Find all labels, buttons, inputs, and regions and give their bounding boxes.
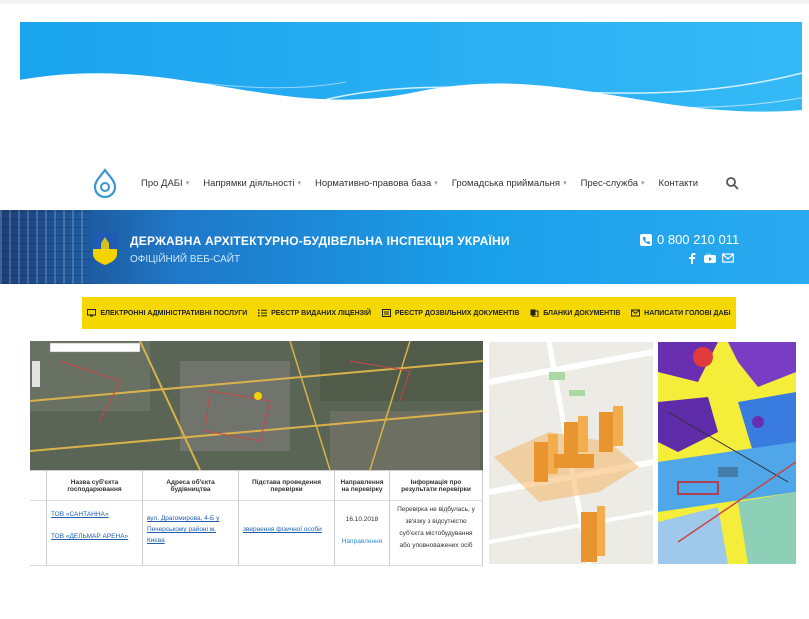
table-header-row: Назва суб'єкта господарювання Адреса об'… [30,471,483,501]
service-write-to-head[interactable]: НАПИСАТИ ГОЛОВІ ДАБІ [631,309,731,317]
table-cell-result: Перевірка не відбулась, у зв'язку з відс… [390,501,483,566]
table-row: ТОВ «САНТАННА» ТОВ «ДЕЛЬМАР АРЕНА» вул. … [30,501,483,566]
top-strip [0,0,809,4]
services-bar: ЕЛЕКТРОННІ АДМІНІСТРАТИВНІ ПОСЛУГИ РЕЄСТ… [82,297,736,329]
main-navbar: Про ДАБІ ▾ Напрямки діяльності ▾ Нормативн… [16,160,806,206]
service-label: ЕЛЕКТРОННІ АДМІНІСТРАТИВНІ ПОСЛУГИ [100,309,248,317]
facebook-icon[interactable] [686,251,698,264]
company-link[interactable]: ТОВ «САНТАННА» [51,504,138,526]
banner-title: ДЕРЖАВНА АРХІТЕКТУРНО-БУДІВЕЛЬНА ІНСПЕКЦ… [130,234,510,248]
phone-number: 0 800 210 011 [657,232,740,247]
documents-icon [530,309,539,317]
youtube-icon[interactable]: You [704,251,716,263]
service-permits-register[interactable]: РЕЄСТР ДОЗВІЛЬНИХ ДОКУМЕНТІВ [381,309,520,317]
service-document-forms[interactable]: БЛАНКИ ДОКУМЕНТІВ [530,309,620,317]
register-icon [381,309,391,317]
service-label: РЕЄСТР ДОЗВІЛЬНИХ ДОКУМЕНТІВ [394,309,520,317]
nav-item-label: Напрямки діяльності [203,177,295,189]
service-label: НАПИСАТИ ГОЛОВІ ДАБІ [644,309,731,317]
list-icon [258,309,268,317]
nav-item-press[interactable]: Прес-служба ▾ [581,178,645,189]
table-header: Інформація про результати перевірки [390,471,483,501]
nav-item-contacts[interactable]: Контакти [659,178,699,189]
nav-item-label: Прес-служба [580,177,639,189]
zoning-map-screenshot[interactable] [658,342,796,564]
site-banner: ДЕРЖАВНА АРХІТЕКТУРНО-БУДІВЕЛЬНА ІНСПЕКЦ… [0,210,809,284]
hotline-phone[interactable]: 0 800 210 011 [640,232,739,247]
street-map-3d-screenshot[interactable] [489,342,653,564]
nav-item-legal-base[interactable]: Нормативно-правова база ▾ [315,178,438,189]
aerial-map-screenshot[interactable] [30,341,483,470]
ukraine-crest-icon [93,233,117,265]
zoning-map-image [658,342,796,564]
nav-item-public-reception[interactable]: Громадська приймальня ▾ [452,178,567,189]
table-cell-direction: 16.10.2018 Направлення [335,501,390,566]
table-gutter [30,501,47,566]
nav-item-activities[interactable]: Напрямки діяльності ▾ [203,178,301,189]
table-cell-basis: звернення фізичної особи [239,501,335,566]
nav-item-about[interactable]: Про ДАБІ ▾ [141,178,189,189]
table-header: Підстава проведення перевірки [239,471,335,501]
street-map-image [489,342,653,564]
social-links: You [686,251,734,264]
nav-item-label: Про ДАБІ [141,177,183,189]
inspection-results-table: Назва суб'єкта господарювання Адреса об'… [30,470,483,566]
mail-icon[interactable] [722,251,734,263]
service-licenses-register[interactable]: РЕЄСТР ВИДАНИХ ЛІЦЕНЗІЙ [258,309,371,317]
direction-date: 16.10.2018 [345,516,379,523]
table-header: Адреса об'єкта будівництва [143,471,239,501]
chevron-down-icon: ▾ [563,180,567,187]
chevron-down-icon: ▾ [297,180,301,187]
chevron-down-icon: ▾ [641,180,645,187]
nav-menu: Про ДАБІ ▾ Напрямки діяльності ▾ Нормативн… [141,160,698,206]
address-link[interactable]: вул. Драгомирова, 4-Б у Печерському райо… [147,515,219,544]
direction-link[interactable]: Направлення [339,531,385,553]
envelope-icon [631,309,641,317]
table-header: Направлення на перевірку [335,471,390,501]
building-photo [0,210,90,284]
table-cell-company: ТОВ «САНТАННА» ТОВ «ДЕЛЬМАР АРЕНА» [47,501,143,566]
search-icon[interactable] [725,176,739,190]
service-label: РЕЄСТР ВИДАНИХ ЛІЦЕНЗІЙ [271,309,372,317]
service-label: БЛАНКИ ДОКУМЕНТІВ [543,309,621,317]
nav-item-label: Контакти [658,177,699,189]
table-cell-address: вул. Драгомирова, 4-Б у Печерському райо… [143,501,239,566]
nav-item-label: Нормативно-правова база [315,177,432,189]
dabi-logo-icon[interactable] [90,168,120,198]
company-link[interactable]: ТОВ «ДЕЛЬМАР АРЕНА» [51,526,138,548]
basis-link[interactable]: звернення фізичної особи [243,526,322,533]
svg-text:You: You [706,252,711,256]
table-header-gutter [30,471,47,501]
banner-subtitle: ОФІЦІЙНИЙ ВЕБ-САЙТ [130,254,241,265]
phone-icon [640,233,652,246]
nav-item-label: Громадська приймальня [451,177,561,189]
aerial-map-image [30,341,483,470]
monitor-icon [87,309,97,317]
chevron-down-icon: ▾ [434,180,438,187]
service-e-admin[interactable]: ЕЛЕКТРОННІ АДМІНІСТРАТИВНІ ПОСЛУГИ [87,309,247,317]
chevron-down-icon: ▾ [185,180,190,187]
header-wave [19,22,806,113]
table-header: Назва суб'єкта господарювання [47,471,143,501]
